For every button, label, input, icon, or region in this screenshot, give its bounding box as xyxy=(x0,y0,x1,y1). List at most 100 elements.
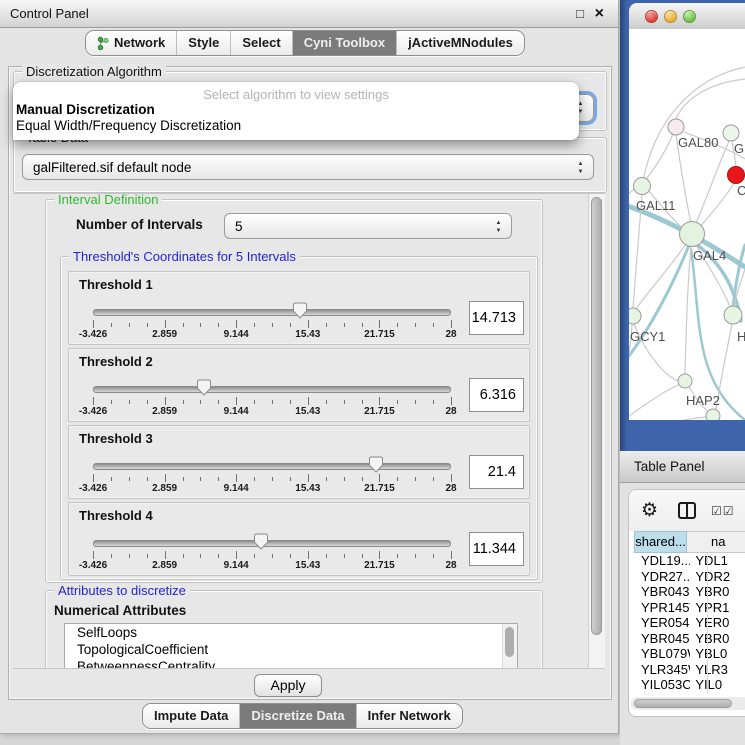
table-data-combo[interactable]: galFiltered.sif default node ▲ ▼ xyxy=(22,154,594,180)
minimize-traffic-light-icon[interactable] xyxy=(664,10,677,23)
table-row[interactable]: YPR145WYPR1 xyxy=(634,600,745,616)
column-header-name[interactable]: na xyxy=(687,531,745,553)
zoom-traffic-light-icon[interactable] xyxy=(683,10,696,23)
network-nodes[interactable]: GAL80G.CGAL11GAL4GCY1HHAP2 xyxy=(629,119,745,420)
apply-button[interactable]: Apply xyxy=(254,674,322,697)
tab-select[interactable]: Select xyxy=(231,31,292,55)
network-node-g[interactable] xyxy=(723,125,739,141)
tab-impute-data[interactable]: Impute Data xyxy=(143,704,240,728)
node-label: HAP2 xyxy=(686,393,720,408)
cell-shared-name[interactable]: YER054C xyxy=(634,615,690,631)
cell-shared-name[interactable]: YBR045C xyxy=(634,631,690,647)
cell-shared-name[interactable]: YIL053C xyxy=(634,677,690,693)
attribute-list-item[interactable]: SelfLoops xyxy=(65,624,517,641)
slider-track[interactable] xyxy=(93,309,451,316)
table-horizontal-scrollbar[interactable] xyxy=(631,697,745,710)
spinner-down-icon[interactable]: ▼ xyxy=(493,227,504,235)
combo-spinner-icon[interactable]: ▲ ▼ xyxy=(493,219,504,235)
slider-track[interactable] xyxy=(93,540,451,547)
table-row[interactable]: YDR27...YDR2 xyxy=(634,569,745,585)
slider-thumb-icon[interactable] xyxy=(196,379,212,396)
cell-name[interactable]: YPR1 xyxy=(690,600,745,616)
table-row[interactable]: YER054CYER0 xyxy=(634,615,745,631)
network-window: GAL80G.CGAL11GAL4GCY1HHAP2 xyxy=(620,0,745,451)
network-node[interactable] xyxy=(706,409,720,420)
attribute-list-item[interactable]: TopologicalCoefficient xyxy=(65,641,517,658)
combo-spinner-icon[interactable]: ▲ ▼ xyxy=(575,160,586,176)
attribute-list-item[interactable]: BetweennessCentrality xyxy=(65,658,517,669)
slider-thumb-icon[interactable] xyxy=(253,533,269,550)
float-window-icon[interactable]: □ xyxy=(576,0,584,27)
cell-shared-name[interactable]: YPR145W xyxy=(634,600,690,616)
table-row[interactable]: YBR045CYBR0 xyxy=(634,631,745,647)
network-view[interactable]: GAL80G.CGAL11GAL4GCY1HHAP2 xyxy=(629,29,745,420)
slider-track[interactable] xyxy=(93,463,451,470)
network-node-gal80[interactable] xyxy=(668,119,684,135)
network-node-h[interactable] xyxy=(724,306,742,324)
algorithm-option[interactable]: Equal Width/Frequency Discretization xyxy=(13,118,579,134)
cell-shared-name[interactable]: YBL079W xyxy=(634,646,690,662)
tick-mark xyxy=(379,474,380,482)
close-icon[interactable]: × xyxy=(595,0,604,27)
cell-name[interactable]: YBL0 xyxy=(690,646,745,662)
cell-name[interactable]: YBR0 xyxy=(690,584,745,600)
table-row[interactable]: YIL053CYIL0 xyxy=(634,677,745,693)
threshold-value-field[interactable]: 21.4 xyxy=(469,455,524,489)
cell-shared-name[interactable]: YBR043C xyxy=(634,584,690,600)
network-node-gal11[interactable] xyxy=(634,178,651,195)
spinner-up-icon[interactable]: ▲ xyxy=(493,219,504,227)
table-row[interactable]: YDL19...YDL1 xyxy=(634,553,745,569)
slider-track[interactable] xyxy=(93,386,451,393)
cell-shared-name[interactable]: YLR345W xyxy=(634,662,690,678)
threshold-slider[interactable]: -3.4262.8599.14415.4321.71528 xyxy=(93,455,451,495)
split-columns-icon[interactable] xyxy=(678,502,696,519)
close-traffic-light-icon[interactable] xyxy=(645,10,658,23)
cell-name[interactable]: YIL0 xyxy=(690,677,745,693)
threshold-slider[interactable]: -3.4262.8599.14415.4321.71528 xyxy=(93,532,451,572)
tab-jactivemnodules[interactable]: jActiveMNodules xyxy=(397,31,524,55)
tab-infer-network[interactable]: Infer Network xyxy=(357,704,462,728)
tab-style[interactable]: Style xyxy=(177,31,231,55)
table-horizontal-scrollbar-thumb[interactable] xyxy=(634,699,732,708)
cell-name[interactable]: YDR2 xyxy=(690,569,745,585)
node-table[interactable]: shared... na YDL19...YDL1YDR27...YDR2YBR… xyxy=(634,531,745,716)
tab-network[interactable]: Network xyxy=(86,31,177,55)
panel-scrollbar-thumb[interactable] xyxy=(591,197,602,635)
threshold-slider[interactable]: -3.4262.8599.14415.4321.71528 xyxy=(93,301,451,341)
tab-discretize-data[interactable]: Discretize Data xyxy=(240,704,356,728)
threshold-value-field[interactable]: 6.316 xyxy=(469,378,524,412)
cell-shared-name[interactable]: YDR27... xyxy=(634,569,690,585)
algorithm-dropdown-popup: Select algorithm to view settings Manual… xyxy=(13,82,579,140)
column-header-shared-name[interactable]: shared... xyxy=(634,531,687,553)
numerical-attributes-list[interactable]: SelfLoopsTopologicalCoefficientBetweenne… xyxy=(64,623,518,669)
list-scrollbar-thumb[interactable] xyxy=(505,627,514,657)
network-node-hap2[interactable] xyxy=(678,374,692,388)
network-node-gcy1[interactable] xyxy=(629,308,641,324)
spinner-down-icon[interactable]: ▼ xyxy=(575,168,586,176)
threshold-value-field[interactable]: 14.713 xyxy=(469,301,524,335)
slider-thumb-icon[interactable] xyxy=(292,302,308,319)
gear-icon[interactable]: ⚙ xyxy=(641,501,658,520)
spinner-up-icon[interactable]: ▲ xyxy=(575,160,586,168)
threshold-slider[interactable]: -3.4262.8599.14415.4321.71528 xyxy=(93,378,451,418)
list-scrollbar[interactable] xyxy=(502,624,517,669)
slider-thumb-icon[interactable] xyxy=(368,456,384,473)
threshold-value-field[interactable]: 11.344 xyxy=(469,532,524,566)
tab-cyni-toolbox[interactable]: Cyni Toolbox xyxy=(293,31,397,55)
cell-name[interactable]: YDL1 xyxy=(690,553,745,569)
table-row[interactable]: YLR345WYLR3 xyxy=(634,662,745,678)
cell-shared-name[interactable]: YDL19... xyxy=(634,553,690,569)
tab-label: jActiveMNodules xyxy=(408,31,513,55)
network-node-gal4[interactable] xyxy=(680,222,705,247)
cell-name[interactable]: YLR3 xyxy=(690,662,745,678)
panel-scrollbar[interactable] xyxy=(588,194,605,668)
network-canvas[interactable]: GAL80G.CGAL11GAL4GCY1HHAP2 xyxy=(629,29,745,420)
select-columns-checkboxes-icon[interactable]: ☑☑ xyxy=(711,504,735,518)
table-row[interactable]: YBL079WYBL0 xyxy=(634,646,745,662)
table-row[interactable]: YBR043CYBR0 xyxy=(634,584,745,600)
cell-name[interactable]: YER0 xyxy=(690,615,745,631)
number-of-intervals-combo[interactable]: 5 ▲ ▼ xyxy=(224,213,512,239)
algorithm-option[interactable]: Manual Discretization xyxy=(13,102,579,118)
network-node-c[interactable] xyxy=(728,167,745,184)
cell-name[interactable]: YBR0 xyxy=(690,631,745,647)
